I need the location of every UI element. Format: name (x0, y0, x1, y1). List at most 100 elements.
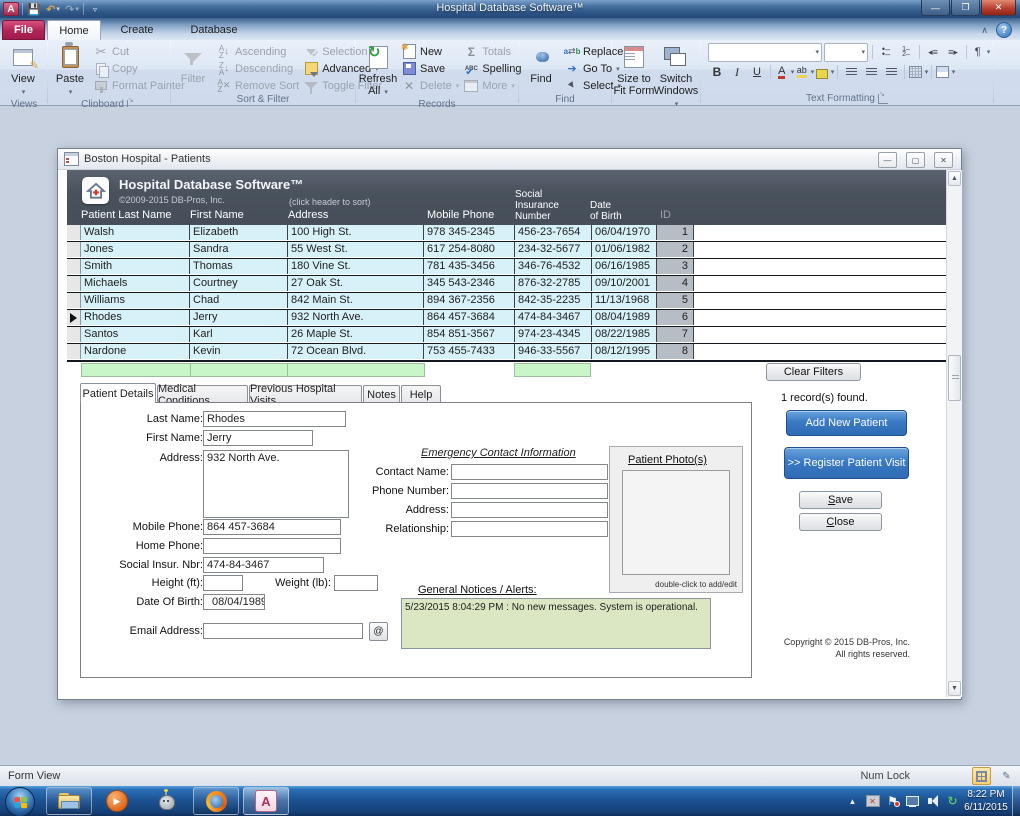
column-header-date-of-birth[interactable]: Dateof Birth (590, 200, 622, 222)
help-icon[interactable]: ? (996, 22, 1012, 38)
scroll-up-icon[interactable]: ▲ (948, 171, 961, 186)
ribbon-tab-home[interactable]: Home (47, 20, 101, 40)
cell-dob[interactable]: 06/04/1970 (592, 225, 657, 240)
cell-mobile[interactable]: 894 367-2356 (424, 293, 515, 308)
bullets-button[interactable]: •–•– (877, 44, 895, 61)
weight-field[interactable] (334, 575, 378, 591)
patient-row-williams[interactable]: WilliamsChad842 Main St.894 367-2356842-… (67, 293, 946, 310)
hidden-icons-icon[interactable]: ▲ (845, 794, 860, 809)
form-close-button[interactable]: ✕ (934, 152, 953, 168)
cell-sin[interactable]: 346-76-4532 (515, 259, 592, 274)
cell-mobile[interactable]: 753 455-7433 (424, 344, 515, 359)
italic-button[interactable]: I (728, 64, 746, 81)
column-header-mobile-phone[interactable]: Mobile Phone (427, 210, 494, 221)
patient-row-walsh[interactable]: WalshElizabeth100 High St.978 345-234545… (67, 225, 946, 242)
add-new-patient-button[interactable]: Add New Patient (786, 410, 907, 436)
cell-first[interactable]: Courtney (190, 276, 288, 291)
cell-id[interactable]: 6 (657, 310, 694, 325)
bold-button[interactable]: B (708, 64, 726, 81)
cell-dob[interactable]: 08/12/1995 (592, 344, 657, 359)
font-color-button[interactable]: A▾ (775, 64, 793, 81)
cell-first[interactable]: Kevin (190, 344, 288, 359)
cell-last[interactable]: Nardone (81, 344, 190, 359)
filter-last-name-input[interactable] (81, 363, 191, 377)
cell-dob[interactable]: 01/06/1982 (592, 242, 657, 257)
ribbon-button-paste[interactable]: Paste▾ (49, 42, 91, 99)
column-header-first-name[interactable]: First Name (190, 210, 244, 221)
ribbon-button-find[interactable]: Find (520, 42, 562, 85)
dialog-launcher-icon[interactable] (878, 94, 888, 104)
cell-mobile[interactable]: 617 254-8080 (424, 242, 515, 257)
last-name-field[interactable]: Rhodes (203, 411, 346, 427)
email-field[interactable] (203, 623, 363, 639)
cell-first[interactable]: Thomas (190, 259, 288, 274)
align-right-button[interactable] (882, 64, 900, 81)
column-header-id[interactable]: ID (660, 210, 671, 221)
show-desktop-button[interactable] (1012, 786, 1020, 816)
taskbar-media-player-button[interactable]: ▶ (97, 787, 137, 815)
record-selector[interactable] (67, 242, 81, 257)
address-field[interactable]: 932 North Ave. (203, 450, 349, 518)
cell-dob[interactable]: 08/22/1985 (592, 327, 657, 342)
save-button[interactable]: Save (799, 491, 882, 509)
underline-button[interactable]: U (748, 64, 766, 81)
cell-address[interactable]: 100 High St. (288, 225, 424, 240)
cell-address[interactable]: 932 North Ave. (288, 310, 424, 325)
taskbar-robot-app-button[interactable] (144, 787, 188, 815)
cell-last[interactable]: Rhodes (81, 310, 190, 325)
font-size-combo[interactable]: ▾ (824, 43, 868, 62)
cell-last[interactable]: Jones (81, 242, 190, 257)
clear-filters-button[interactable]: Clear Filters (766, 363, 861, 381)
cell-dob[interactable]: 08/04/1989 (592, 310, 657, 325)
ribbon-tab-database[interactable]: Database (173, 20, 255, 40)
height-field[interactable] (203, 575, 243, 591)
highlight-button[interactable]: ab▾ (795, 64, 813, 81)
ribbon-button-spelling[interactable]: ABC✔Spelling (461, 60, 523, 77)
cell-address[interactable]: 27 Oak St. (288, 276, 424, 291)
font-name-combo[interactable]: ▾ (708, 43, 822, 62)
indent-inc-button[interactable]: ≡▸ (944, 44, 962, 61)
ribbon-tab-file[interactable]: File (2, 20, 45, 40)
patient-row-smith[interactable]: SmithThomas180 Vine St.781 435-3456346-7… (67, 259, 946, 276)
email-button[interactable]: @ (369, 622, 388, 641)
network-icon[interactable] (905, 794, 920, 809)
cell-sin[interactable]: 876-32-2785 (515, 276, 592, 291)
minimize-ribbon-icon[interactable]: ∧ (981, 25, 988, 36)
register-patient-visit-button[interactable]: >> Register Patient Visit (784, 447, 909, 479)
cell-mobile[interactable]: 864 457-3684 (424, 310, 515, 325)
cell-mobile[interactable]: 854 851-3567 (424, 327, 515, 342)
column-header-social-insurance-number[interactable]: SocialInsuranceNumber (515, 189, 559, 222)
ribbon-button-switch-windows[interactable]: SwitchWindows ▾ (655, 42, 697, 111)
cell-address[interactable]: 26 Maple St. (288, 327, 424, 342)
cell-id[interactable]: 4 (657, 276, 694, 291)
record-selector[interactable] (67, 225, 81, 240)
cell-id[interactable]: 7 (657, 327, 694, 342)
close-button[interactable]: Close (799, 513, 882, 531)
numbering-button[interactable]: 1–2– (897, 44, 915, 61)
cell-id[interactable]: 1 (657, 225, 694, 240)
cell-first[interactable]: Karl (190, 327, 288, 342)
social-insurance-field[interactable]: 474-84-3467 (203, 557, 324, 573)
phone-number-field[interactable] (451, 483, 608, 499)
cell-last[interactable]: Santos (81, 327, 190, 342)
cell-first[interactable]: Chad (190, 293, 288, 308)
action-center-flag-icon[interactable]: ⚑ (885, 794, 900, 809)
start-button[interactable] (5, 787, 35, 816)
ribbon-button-save[interactable]: Save (399, 60, 461, 77)
minimize-button[interactable]: — (921, 0, 950, 16)
taskbar-access-button[interactable]: A (243, 787, 289, 815)
form-scrollbar[interactable]: ▲ ▼ (946, 170, 962, 697)
cell-first[interactable]: Sandra (190, 242, 288, 257)
cell-id[interactable]: 8 (657, 344, 694, 359)
record-selector[interactable] (67, 344, 81, 359)
patient-photo-box[interactable] (622, 470, 730, 575)
tab-help[interactable]: Help (401, 385, 441, 403)
cell-sin[interactable]: 234-32-5677 (515, 242, 592, 257)
fill-color-button[interactable]: ▾ (815, 64, 833, 81)
cell-dob[interactable]: 09/10/2001 (592, 276, 657, 291)
record-selector[interactable] (67, 327, 81, 342)
cell-sin[interactable]: 974-23-4345 (515, 327, 592, 342)
taskbar-explorer-button[interactable] (46, 787, 92, 815)
mobile-phone-field[interactable]: 864 457-3684 (203, 519, 341, 535)
tab-notes[interactable]: Notes (363, 385, 400, 403)
